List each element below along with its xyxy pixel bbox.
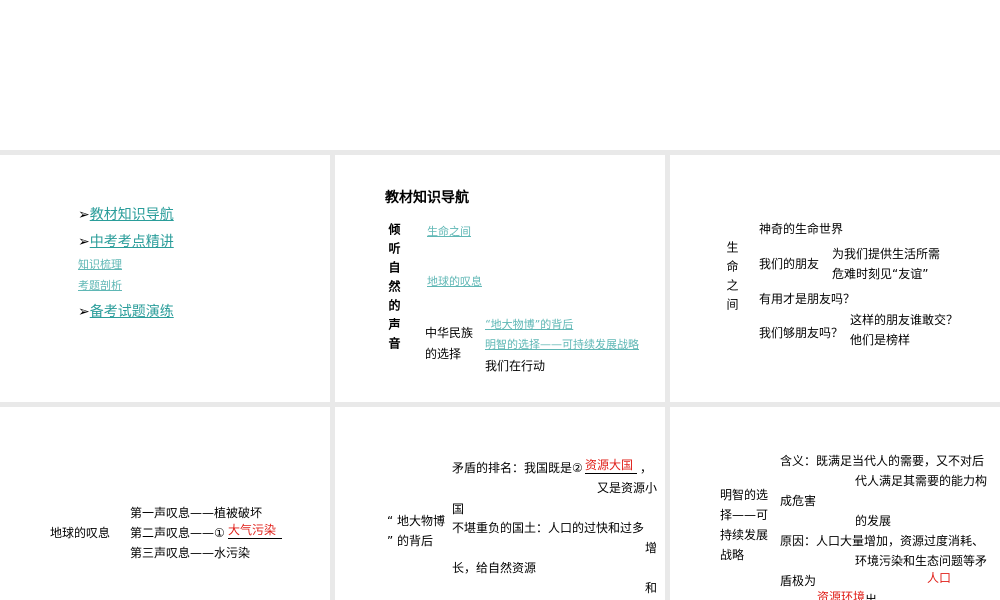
nav-subitem-analysis[interactable]: 考题剖析: [78, 277, 122, 293]
vertical-heading: 生命之间: [725, 241, 739, 317]
text: 出: [865, 593, 878, 600]
slide-title: 教材知识导航: [385, 190, 469, 206]
text: 我们够朋友吗？: [759, 326, 844, 340]
group-label-line2: 的选择: [425, 347, 462, 361]
text: 和: [645, 581, 658, 595]
slide-thumbnail-5[interactable]: “ 地大物博 ” 的背后 矛盾的排名：我国既是② 资源大国 ， 又是资源小 国 …: [335, 407, 665, 600]
arrow-bullet-icon: ➢: [78, 234, 90, 250]
text: 神奇的生命世界: [759, 222, 844, 236]
label: 持续发展: [720, 528, 769, 542]
text: 我们的朋友: [759, 257, 820, 271]
text: 不堪重负的国土：人口的过快和过多: [452, 521, 645, 535]
text: 含义：既满足当代人的需要，又不对后: [780, 454, 985, 468]
text: 成危害: [780, 494, 817, 508]
text: 他们是榜样: [850, 333, 911, 347]
nav-item-practice[interactable]: ➢备考试题演练: [78, 301, 174, 321]
nav-item-textbook[interactable]: ➢教材知识导航: [78, 204, 174, 224]
text: 第三声叹息——水污染: [130, 546, 251, 560]
group-label-line1: 中华民族: [425, 326, 474, 340]
answer-blank: 大气污染: [228, 521, 282, 539]
label: 明智的选: [720, 488, 769, 502]
label: 地球的叹息: [50, 526, 111, 540]
answer-text: 资源环境: [817, 590, 866, 600]
link-resources[interactable]: “地大物博”的背后: [485, 316, 573, 332]
label: “ 地大物博: [387, 514, 446, 528]
text: 的发展: [855, 514, 892, 528]
text: 增: [645, 541, 658, 555]
link-earth-sigh[interactable]: 地球的叹息: [427, 273, 482, 289]
slide-thumbnail-4[interactable]: 地球的叹息 第一声叹息——植被破坏 第二声叹息——① 大气污染 第三声叹息——水…: [0, 407, 330, 600]
text: 这样的朋友谁敢交？: [850, 313, 959, 327]
plain-item: 我们在行动: [485, 359, 546, 373]
text: ，: [640, 461, 653, 475]
text: 有用才是朋友吗？: [759, 292, 856, 306]
slide-thumbnail-1[interactable]: ➢教材知识导航 ➢中考考点精讲 知识梳理 考题剖析 ➢备考试题演练: [0, 155, 330, 402]
slide-thumbnail-2[interactable]: 教材知识导航 倾听自然的声音 生命之间 地球的叹息 中华民族 的选择 “地大物博…: [335, 155, 665, 402]
text: 原因：人口大量增加，资源过度消耗、: [780, 534, 985, 548]
text: 环境污染和生态问题等矛: [855, 554, 988, 568]
text: 第二声叹息——①: [130, 526, 225, 540]
text: 第一声叹息——植被破坏: [130, 506, 263, 520]
slide-thumbnail-3[interactable]: 生命之间 神奇的生命世界 我们的朋友 为我们提供生活所需 危难时刻见“友谊” 有…: [670, 155, 1000, 402]
answer-blank: 资源大国: [585, 456, 637, 474]
text: 危难时刻见“友谊”: [832, 267, 929, 281]
arrow-bullet-icon: ➢: [78, 304, 90, 320]
link-life[interactable]: 生命之间: [427, 223, 471, 239]
answer-text: 人口: [927, 571, 952, 585]
top-blank-area: [0, 0, 1000, 150]
text: 为我们提供生活所需: [832, 247, 941, 261]
label: 战略: [720, 548, 745, 562]
label: ” 的背后: [387, 534, 434, 548]
arrow-bullet-icon: ➢: [78, 207, 90, 223]
text: 盾极为: [780, 574, 817, 588]
vertical-heading: 倾听自然的声音: [387, 223, 401, 356]
text: 长，给自然资源: [452, 561, 537, 575]
nav-item-key-points[interactable]: ➢中考考点精讲: [78, 231, 174, 251]
text: 又是资源小: [597, 481, 658, 495]
text: 国: [452, 502, 465, 516]
text: 矛盾的排名：我国既是②: [452, 461, 583, 475]
slide-thumbnail-6[interactable]: 明智的选 择——可 持续发展 战略 含义：既满足当代人的需要，又不对后 代人满足…: [670, 407, 1000, 600]
text: 代人满足其需要的能力构: [855, 474, 988, 488]
label: 择——可: [720, 508, 769, 522]
nav-subitem-review[interactable]: 知识梳理: [78, 256, 122, 272]
link-sustainable[interactable]: 明智的选择——可持续发展战略: [485, 336, 639, 352]
